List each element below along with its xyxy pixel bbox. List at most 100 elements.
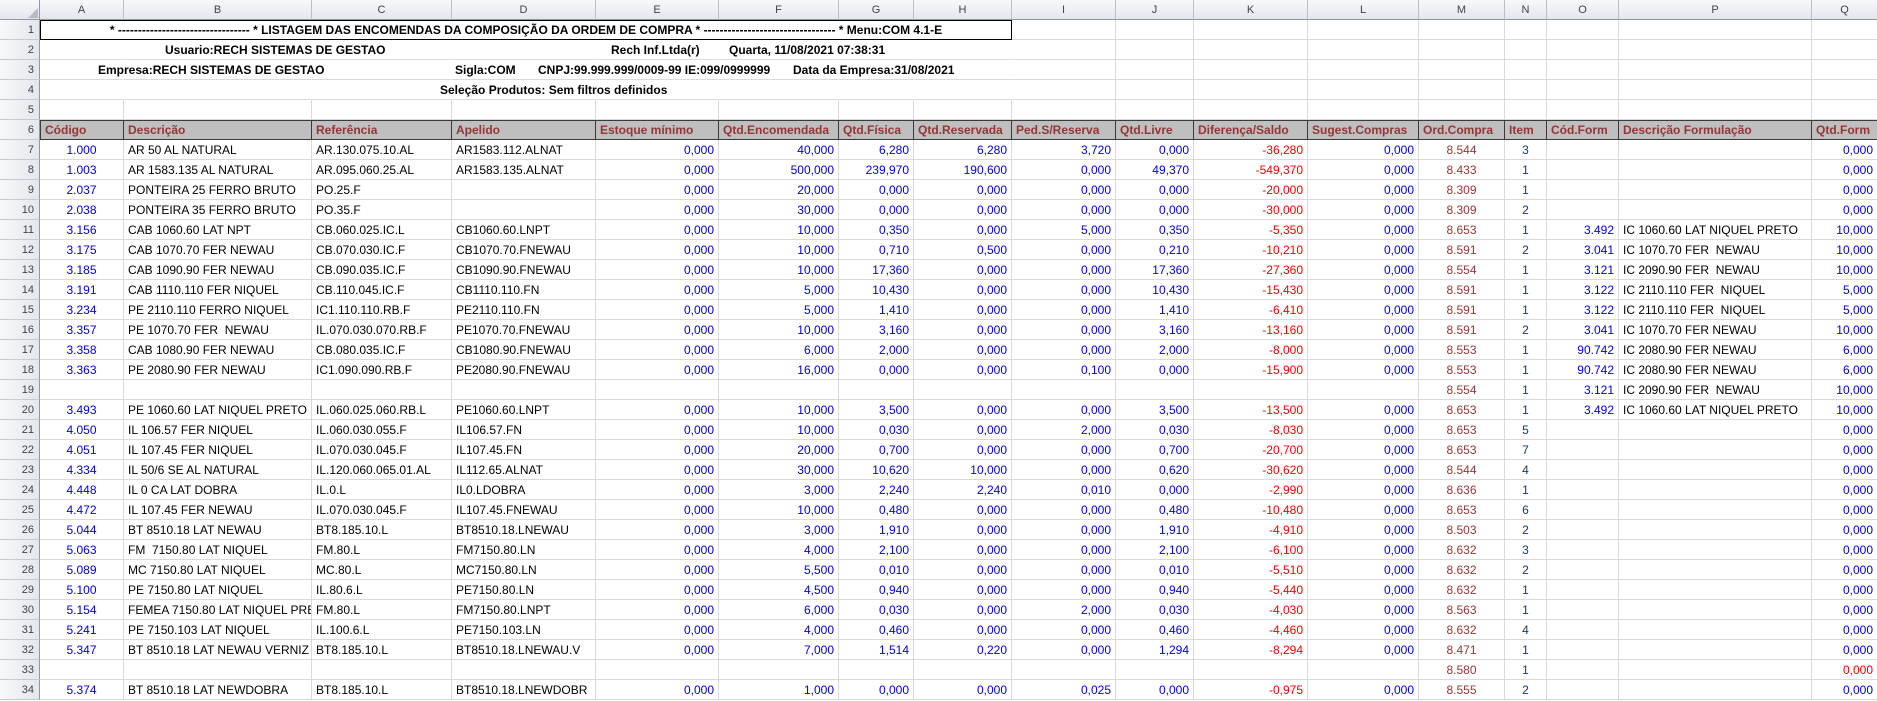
cell-E34[interactable]: 0,000 xyxy=(596,680,719,700)
cell-L5[interactable] xyxy=(1308,100,1419,120)
row-header-27[interactable]: 27 xyxy=(0,540,40,560)
cell-K2[interactable] xyxy=(1194,40,1308,60)
cell-M28[interactable]: 8.632 xyxy=(1419,560,1505,580)
column-header-Q[interactable]: Q xyxy=(1812,0,1877,20)
cell-J23[interactable]: 0,620 xyxy=(1116,460,1194,480)
cell-O32[interactable] xyxy=(1547,640,1619,660)
cell-N18[interactable]: 1 xyxy=(1505,360,1547,380)
cell-P7[interactable] xyxy=(1619,140,1812,160)
cell-N33[interactable]: 1 xyxy=(1505,660,1547,680)
cell-O8[interactable] xyxy=(1547,160,1619,180)
row-header-5[interactable]: 5 xyxy=(0,100,40,120)
cell-M24[interactable]: 8.636 xyxy=(1419,480,1505,500)
cell-C14[interactable]: CB.110.045.IC.F xyxy=(312,280,452,300)
cell-C8[interactable]: AR.095.060.25.AL xyxy=(312,160,452,180)
cell-J22[interactable]: 0,700 xyxy=(1116,440,1194,460)
cell-G29[interactable]: 0,940 xyxy=(839,580,914,600)
cell-L28[interactable]: 0,000 xyxy=(1308,560,1419,580)
cell-M7[interactable]: 8.544 xyxy=(1419,140,1505,160)
cell-G9[interactable]: 0,000 xyxy=(839,180,914,200)
cell-C16[interactable]: IL.070.030.070.RB.F xyxy=(312,320,452,340)
cell-D31[interactable]: PE7150.103.LN xyxy=(452,620,596,640)
cell-Q8[interactable]: 0,000 xyxy=(1812,160,1877,180)
cell-Q13[interactable]: 10,000 xyxy=(1812,260,1877,280)
cell-P17[interactable]: IC 2080.90 FER NEWAU xyxy=(1619,340,1812,360)
cell-G23[interactable]: 10,620 xyxy=(839,460,914,480)
cell-G14[interactable]: 10,430 xyxy=(839,280,914,300)
cell-P5[interactable] xyxy=(1619,100,1812,120)
cell-F9[interactable]: 20,000 xyxy=(719,180,839,200)
cell-A2[interactable] xyxy=(40,40,124,60)
cell-D19[interactable] xyxy=(452,380,596,400)
cell-K13[interactable]: -27,360 xyxy=(1194,260,1308,280)
cell-C6[interactable]: Referência xyxy=(312,120,452,140)
cell-N2[interactable] xyxy=(1505,40,1547,60)
cell-J27[interactable]: 2,100 xyxy=(1116,540,1194,560)
cell-G5[interactable] xyxy=(839,100,914,120)
cell-E16[interactable]: 0,000 xyxy=(596,320,719,340)
cell-M6[interactable]: Ord.Compra xyxy=(1419,120,1505,140)
cell-F26[interactable]: 3,000 xyxy=(719,520,839,540)
cell-K16[interactable]: -13,160 xyxy=(1194,320,1308,340)
cell-K9[interactable]: -20,000 xyxy=(1194,180,1308,200)
cell-L18[interactable]: 0,000 xyxy=(1308,360,1419,380)
report-sigla[interactable]: Sigla:COM xyxy=(452,60,519,79)
cell-I15[interactable]: 0,000 xyxy=(1012,300,1116,320)
cell-M34[interactable]: 8.555 xyxy=(1419,680,1505,700)
cell-F5[interactable] xyxy=(719,100,839,120)
cell-N11[interactable]: 1 xyxy=(1505,220,1547,240)
cell-H11[interactable]: 0,000 xyxy=(914,220,1012,240)
cell-A27[interactable]: 5.063 xyxy=(40,540,124,560)
cell-G26[interactable]: 1,910 xyxy=(839,520,914,540)
row-header-33[interactable]: 33 xyxy=(0,660,40,680)
cell-N25[interactable]: 6 xyxy=(1505,500,1547,520)
cell-N29[interactable]: 1 xyxy=(1505,580,1547,600)
cell-J6[interactable]: Qtd.Livre xyxy=(1116,120,1194,140)
column-header-I[interactable]: I xyxy=(1012,0,1116,20)
cell-Q33[interactable]: 0,000 xyxy=(1812,660,1877,680)
cell-I34[interactable]: 0,025 xyxy=(1012,680,1116,700)
cell-O33[interactable] xyxy=(1547,660,1619,680)
cell-Q16[interactable]: 10,000 xyxy=(1812,320,1877,340)
cell-N22[interactable]: 7 xyxy=(1505,440,1547,460)
column-header-D[interactable]: D xyxy=(452,0,596,20)
cell-H8[interactable]: 190,600 xyxy=(914,160,1012,180)
row-header-13[interactable]: 13 xyxy=(0,260,40,280)
cell-Q26[interactable]: 0,000 xyxy=(1812,520,1877,540)
cell-P28[interactable] xyxy=(1619,560,1812,580)
cell-H12[interactable]: 0,500 xyxy=(914,240,1012,260)
cell-Q2[interactable] xyxy=(1812,40,1877,60)
cell-B14[interactable]: CAB 1110.110 FER NIQUEL xyxy=(124,280,312,300)
cell-A33[interactable] xyxy=(40,660,124,680)
cell-G21[interactable]: 0,030 xyxy=(839,420,914,440)
cell-A28[interactable]: 5.089 xyxy=(40,560,124,580)
cell-M32[interactable]: 8.471 xyxy=(1419,640,1505,660)
cell-J25[interactable]: 0,480 xyxy=(1116,500,1194,520)
cell-A15[interactable]: 3.234 xyxy=(40,300,124,320)
cell-G16[interactable]: 3,160 xyxy=(839,320,914,340)
cell-D33[interactable] xyxy=(452,660,596,680)
cell-C10[interactable]: PO.35.F xyxy=(312,200,452,220)
cell-G30[interactable]: 0,030 xyxy=(839,600,914,620)
cell-N32[interactable]: 1 xyxy=(1505,640,1547,660)
report-cnpj-ie[interactable]: CNPJ:99.999.999/0009-99 IE:099/0999999 xyxy=(535,60,773,79)
cell-H16[interactable]: 0,000 xyxy=(914,320,1012,340)
cell-A19[interactable] xyxy=(40,380,124,400)
cell-L17[interactable]: 0,000 xyxy=(1308,340,1419,360)
cell-B25[interactable]: IL 107.45 FER NEWAU xyxy=(124,500,312,520)
cell-O20[interactable]: 3.492 xyxy=(1547,400,1619,420)
cell-B9[interactable]: PONTEIRA 25 FERRO BRUTO xyxy=(124,180,312,200)
cell-I13[interactable]: 0,000 xyxy=(1012,260,1116,280)
cell-J8[interactable]: 49,370 xyxy=(1116,160,1194,180)
cell-D7[interactable]: AR1583.112.ALNAT xyxy=(452,140,596,160)
cell-F21[interactable]: 10,000 xyxy=(719,420,839,440)
cell-E19[interactable] xyxy=(596,380,719,400)
cell-B8[interactable]: AR 1583.135 AL NATURAL xyxy=(124,160,312,180)
cell-H7[interactable]: 6,280 xyxy=(914,140,1012,160)
cell-G22[interactable]: 0,700 xyxy=(839,440,914,460)
cell-B15[interactable]: PE 2110.110 FERRO NIQUEL xyxy=(124,300,312,320)
cell-C3[interactable] xyxy=(312,60,452,80)
cell-L16[interactable]: 0,000 xyxy=(1308,320,1419,340)
cell-G8[interactable]: 239,970 xyxy=(839,160,914,180)
cell-I25[interactable]: 0,000 xyxy=(1012,500,1116,520)
